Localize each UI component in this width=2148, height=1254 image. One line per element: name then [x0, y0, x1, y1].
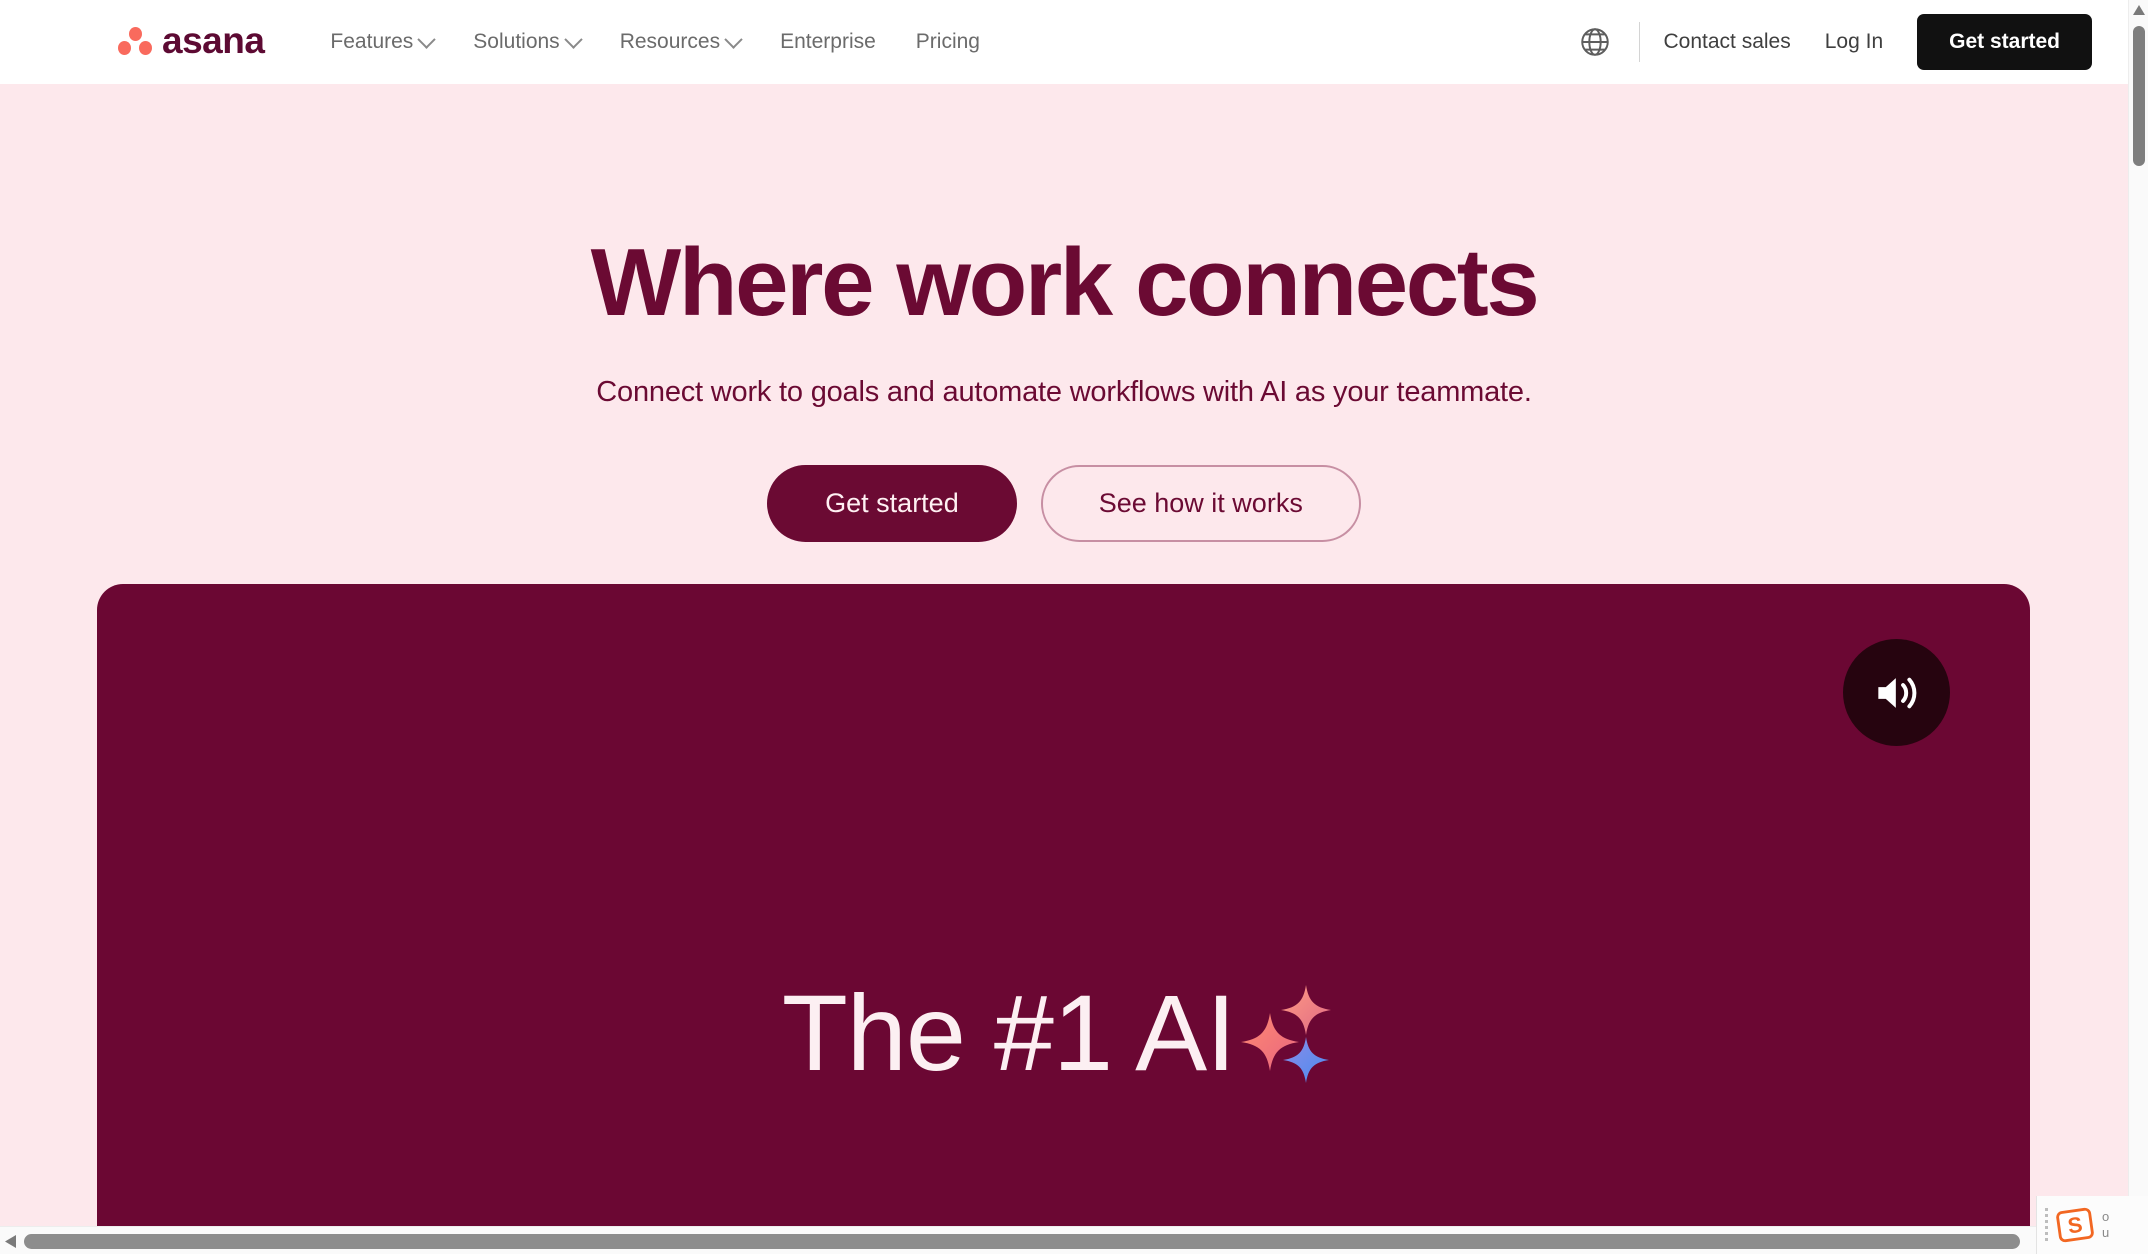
asana-logo[interactable]: asana	[118, 20, 265, 62]
sparkles-group-icon	[1241, 985, 1345, 1089]
chevron-down-icon	[563, 29, 583, 49]
speaker-sound-on-icon[interactable]	[1843, 639, 1950, 746]
primary-navigation: Features Solutions Resources Enterprise …	[330, 29, 980, 54]
get-started-header-button[interactable]: Get started	[1917, 14, 2092, 70]
tray-text: o u	[2102, 1208, 2110, 1240]
header-actions: Contact sales Log In Get started	[1573, 14, 2092, 70]
vertical-scrollbar[interactable]	[2128, 0, 2148, 1226]
system-tray: S o u	[2036, 1196, 2148, 1254]
asana-logo-dots-icon	[118, 27, 152, 57]
header-divider	[1638, 22, 1640, 62]
sparkle-icon-coral	[1281, 985, 1332, 1035]
nav-item-enterprise[interactable]: Enterprise	[780, 30, 876, 54]
scroll-left-arrow-icon[interactable]	[4, 1234, 17, 1249]
get-started-hero-button[interactable]: Get started	[767, 464, 1017, 543]
vertical-scroll-thumb[interactable]	[2133, 26, 2145, 166]
chevron-down-icon	[724, 29, 743, 49]
horizontal-scrollbar[interactable]	[0, 1226, 2128, 1254]
web-page-content: asana Features Solutions Resources Enter…	[0, 0, 2128, 1226]
snagit-s-icon[interactable]: S	[2056, 1206, 2094, 1244]
video-caption-text: The #1 AI	[781, 972, 1236, 1093]
log-in-link[interactable]: Log In	[1825, 30, 1883, 54]
nav-item-resources[interactable]: Resources	[619, 29, 743, 54]
nav-item-label: Enterprise	[780, 30, 876, 53]
nav-item-solutions[interactable]: Solutions	[473, 29, 583, 54]
tray-drag-handle[interactable]	[2045, 1208, 2048, 1242]
hero-cta-group: Get started See how it works	[0, 464, 2128, 543]
scroll-up-arrow-icon[interactable]	[2132, 4, 2146, 16]
sparkle-icon-blue	[1283, 1037, 1330, 1083]
chevron-down-icon	[417, 29, 436, 49]
hero-video-panel[interactable]: The #1 AI	[97, 584, 2030, 1226]
nav-item-features[interactable]: Features	[330, 29, 436, 54]
see-how-it-works-button[interactable]: See how it works	[1040, 464, 1361, 543]
browser-window: asana Features Solutions Resources Enter…	[0, 0, 2148, 1254]
nav-item-label: Features	[330, 30, 414, 53]
hero-subtitle: Connect work to goals and automate workf…	[596, 375, 1532, 408]
page-title: Where work connects	[590, 229, 1540, 336]
video-caption: The #1 AI	[97, 979, 2030, 1089]
hero-section: Where work connects Connect work to goal…	[0, 84, 2128, 1226]
nav-item-label: Solutions	[473, 30, 560, 53]
nav-item-pricing[interactable]: Pricing	[916, 30, 980, 54]
nav-item-label: Resources	[619, 30, 721, 53]
site-header: asana Features Solutions Resources Enter…	[0, 0, 2128, 84]
contact-sales-link[interactable]: Contact sales	[1664, 30, 1791, 54]
horizontal-scroll-thumb[interactable]	[24, 1234, 2020, 1249]
nav-item-label: Pricing	[915, 30, 980, 53]
globe-icon[interactable]	[1573, 20, 1617, 64]
asana-logo-wordmark: asana	[162, 20, 265, 61]
